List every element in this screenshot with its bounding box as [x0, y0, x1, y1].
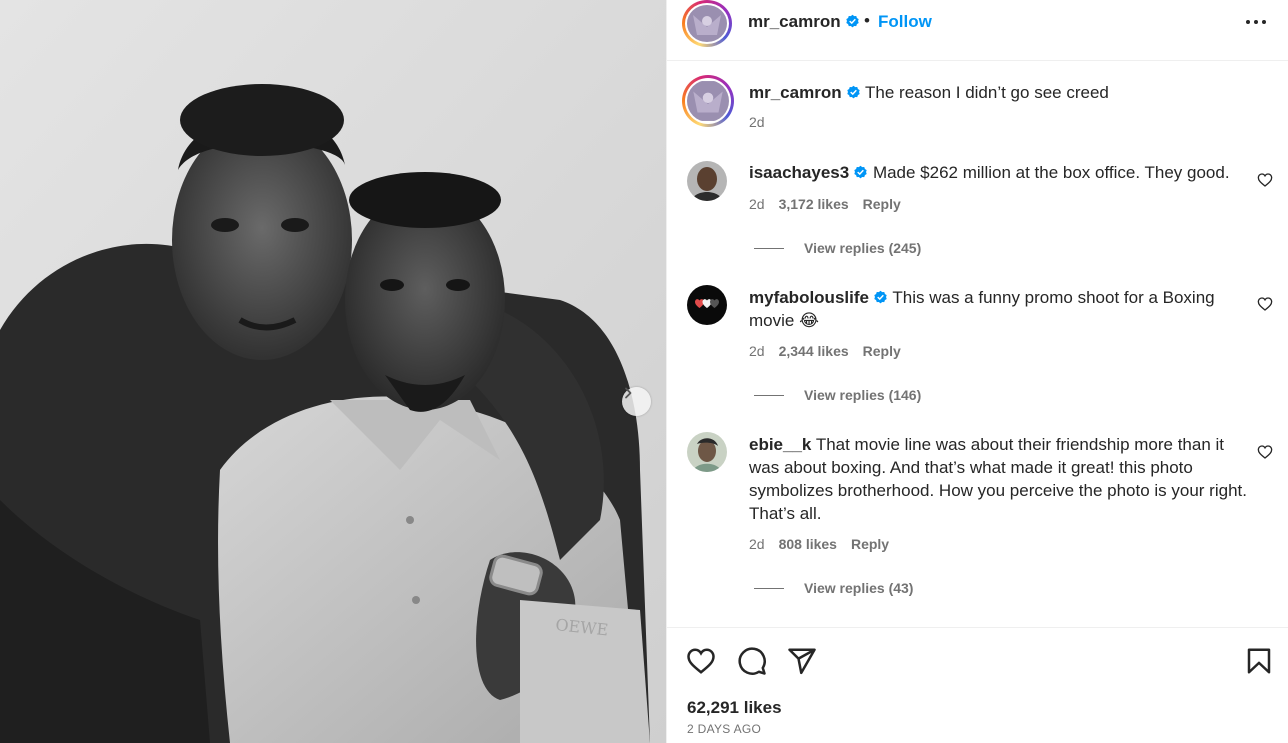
comment-text: Made $262 million at the box office. The…: [872, 163, 1230, 182]
author-avatar[interactable]: [682, 0, 732, 47]
comment-meta: 2d 3,172 likes Reply: [749, 196, 915, 212]
comment-meta: 2d 2,344 likes Reply: [749, 343, 915, 359]
share-icon[interactable]: [787, 646, 817, 676]
caption-username[interactable]: mr_camron: [749, 83, 842, 102]
view-replies-label: View replies (146): [804, 387, 922, 403]
caption-author-avatar-image: [687, 81, 729, 121]
post-photo-image: OEWE: [0, 0, 666, 743]
caption-age: 2d: [749, 114, 765, 130]
comments-list[interactable]: mr_camron The reason I didn’t go see cre…: [667, 62, 1288, 627]
follow-button[interactable]: Follow: [878, 12, 932, 32]
more-options-icon: [1246, 20, 1266, 24]
view-replies-button[interactable]: View replies (146): [754, 387, 921, 403]
caption-meta: 2d: [749, 114, 779, 130]
post-photo[interactable]: OEWE: [0, 0, 666, 743]
author-avatar-image: [687, 5, 727, 42]
comment-avatar-isaachayes3[interactable]: [687, 161, 727, 201]
verified-badge-icon: [854, 165, 867, 179]
comment-avatar-myfabolouslife[interactable]: [687, 285, 727, 325]
avatar-image: [687, 432, 727, 472]
post-header: mr_camron • Follow: [667, 0, 1288, 61]
comment-likes[interactable]: 808 likes: [779, 536, 837, 552]
comment-age: 2d: [749, 196, 765, 212]
comment-text-block: isaachayes3 Made $262 million at the box…: [749, 161, 1230, 184]
carousel-next-button[interactable]: [622, 387, 651, 416]
verified-badge-icon: [874, 290, 887, 304]
replies-divider: [754, 588, 784, 589]
reply-button[interactable]: Reply: [851, 536, 889, 552]
comment-age: 2d: [749, 536, 765, 552]
comment-likes[interactable]: 3,172 likes: [779, 196, 849, 212]
reply-button[interactable]: Reply: [863, 196, 901, 212]
comment-age: 2d: [749, 343, 765, 359]
view-replies-label: View replies (43): [804, 580, 914, 596]
comment-text-block: myfabolouslife This was a funny promo sh…: [749, 286, 1239, 332]
comment-username[interactable]: ebie__k: [749, 435, 811, 454]
chevron-right-icon: [625, 387, 632, 399]
post-likes-count[interactable]: 62,291 likes: [687, 698, 782, 718]
comment-meta: 2d 808 likes Reply: [749, 536, 903, 552]
bookmark-icon[interactable]: [1244, 646, 1274, 676]
heart-icon[interactable]: [1257, 296, 1273, 312]
comment-likes[interactable]: 2,344 likes: [779, 343, 849, 359]
heart-icon[interactable]: [1257, 172, 1273, 188]
avatar-image: [687, 285, 727, 325]
view-replies-button[interactable]: View replies (245): [754, 240, 921, 256]
comment-text-block: ebie__k That movie line was about their …: [749, 433, 1249, 525]
comment-username[interactable]: isaachayes3: [749, 163, 849, 182]
caption-author-avatar[interactable]: [682, 75, 734, 127]
more-options-button[interactable]: [1244, 12, 1268, 32]
view-replies-button[interactable]: View replies (43): [754, 580, 913, 596]
caption-text: The reason I didn’t go see creed: [865, 83, 1109, 102]
comment-text: That movie line was about their friendsh…: [749, 435, 1247, 523]
reply-button[interactable]: Reply: [863, 343, 901, 359]
view-replies-label: View replies (245): [804, 240, 922, 256]
author-username-text: mr_camron: [748, 12, 841, 31]
heart-icon[interactable]: [1257, 444, 1273, 460]
comment-avatar-ebie__k[interactable]: [687, 432, 727, 472]
comment-username[interactable]: myfabolouslife: [749, 288, 869, 307]
replies-divider: [754, 395, 784, 396]
post-actions: 62,291 likes 2 DAYS AGO: [667, 627, 1288, 743]
comment-icon[interactable]: [737, 646, 767, 676]
verified-badge-icon: [845, 14, 859, 28]
avatar-image: [687, 161, 727, 201]
verified-badge-icon: [846, 85, 860, 99]
author-username[interactable]: mr_camron: [748, 12, 860, 32]
header-separator: •: [864, 11, 870, 30]
post-detail-pane: mr_camron • Follow mr_camron The reason …: [666, 0, 1288, 743]
post-date: 2 DAYS AGO: [687, 722, 762, 736]
replies-divider: [754, 248, 784, 249]
caption-text-block: mr_camron The reason I didn’t go see cre…: [749, 81, 1109, 104]
heart-icon[interactable]: [686, 646, 716, 676]
